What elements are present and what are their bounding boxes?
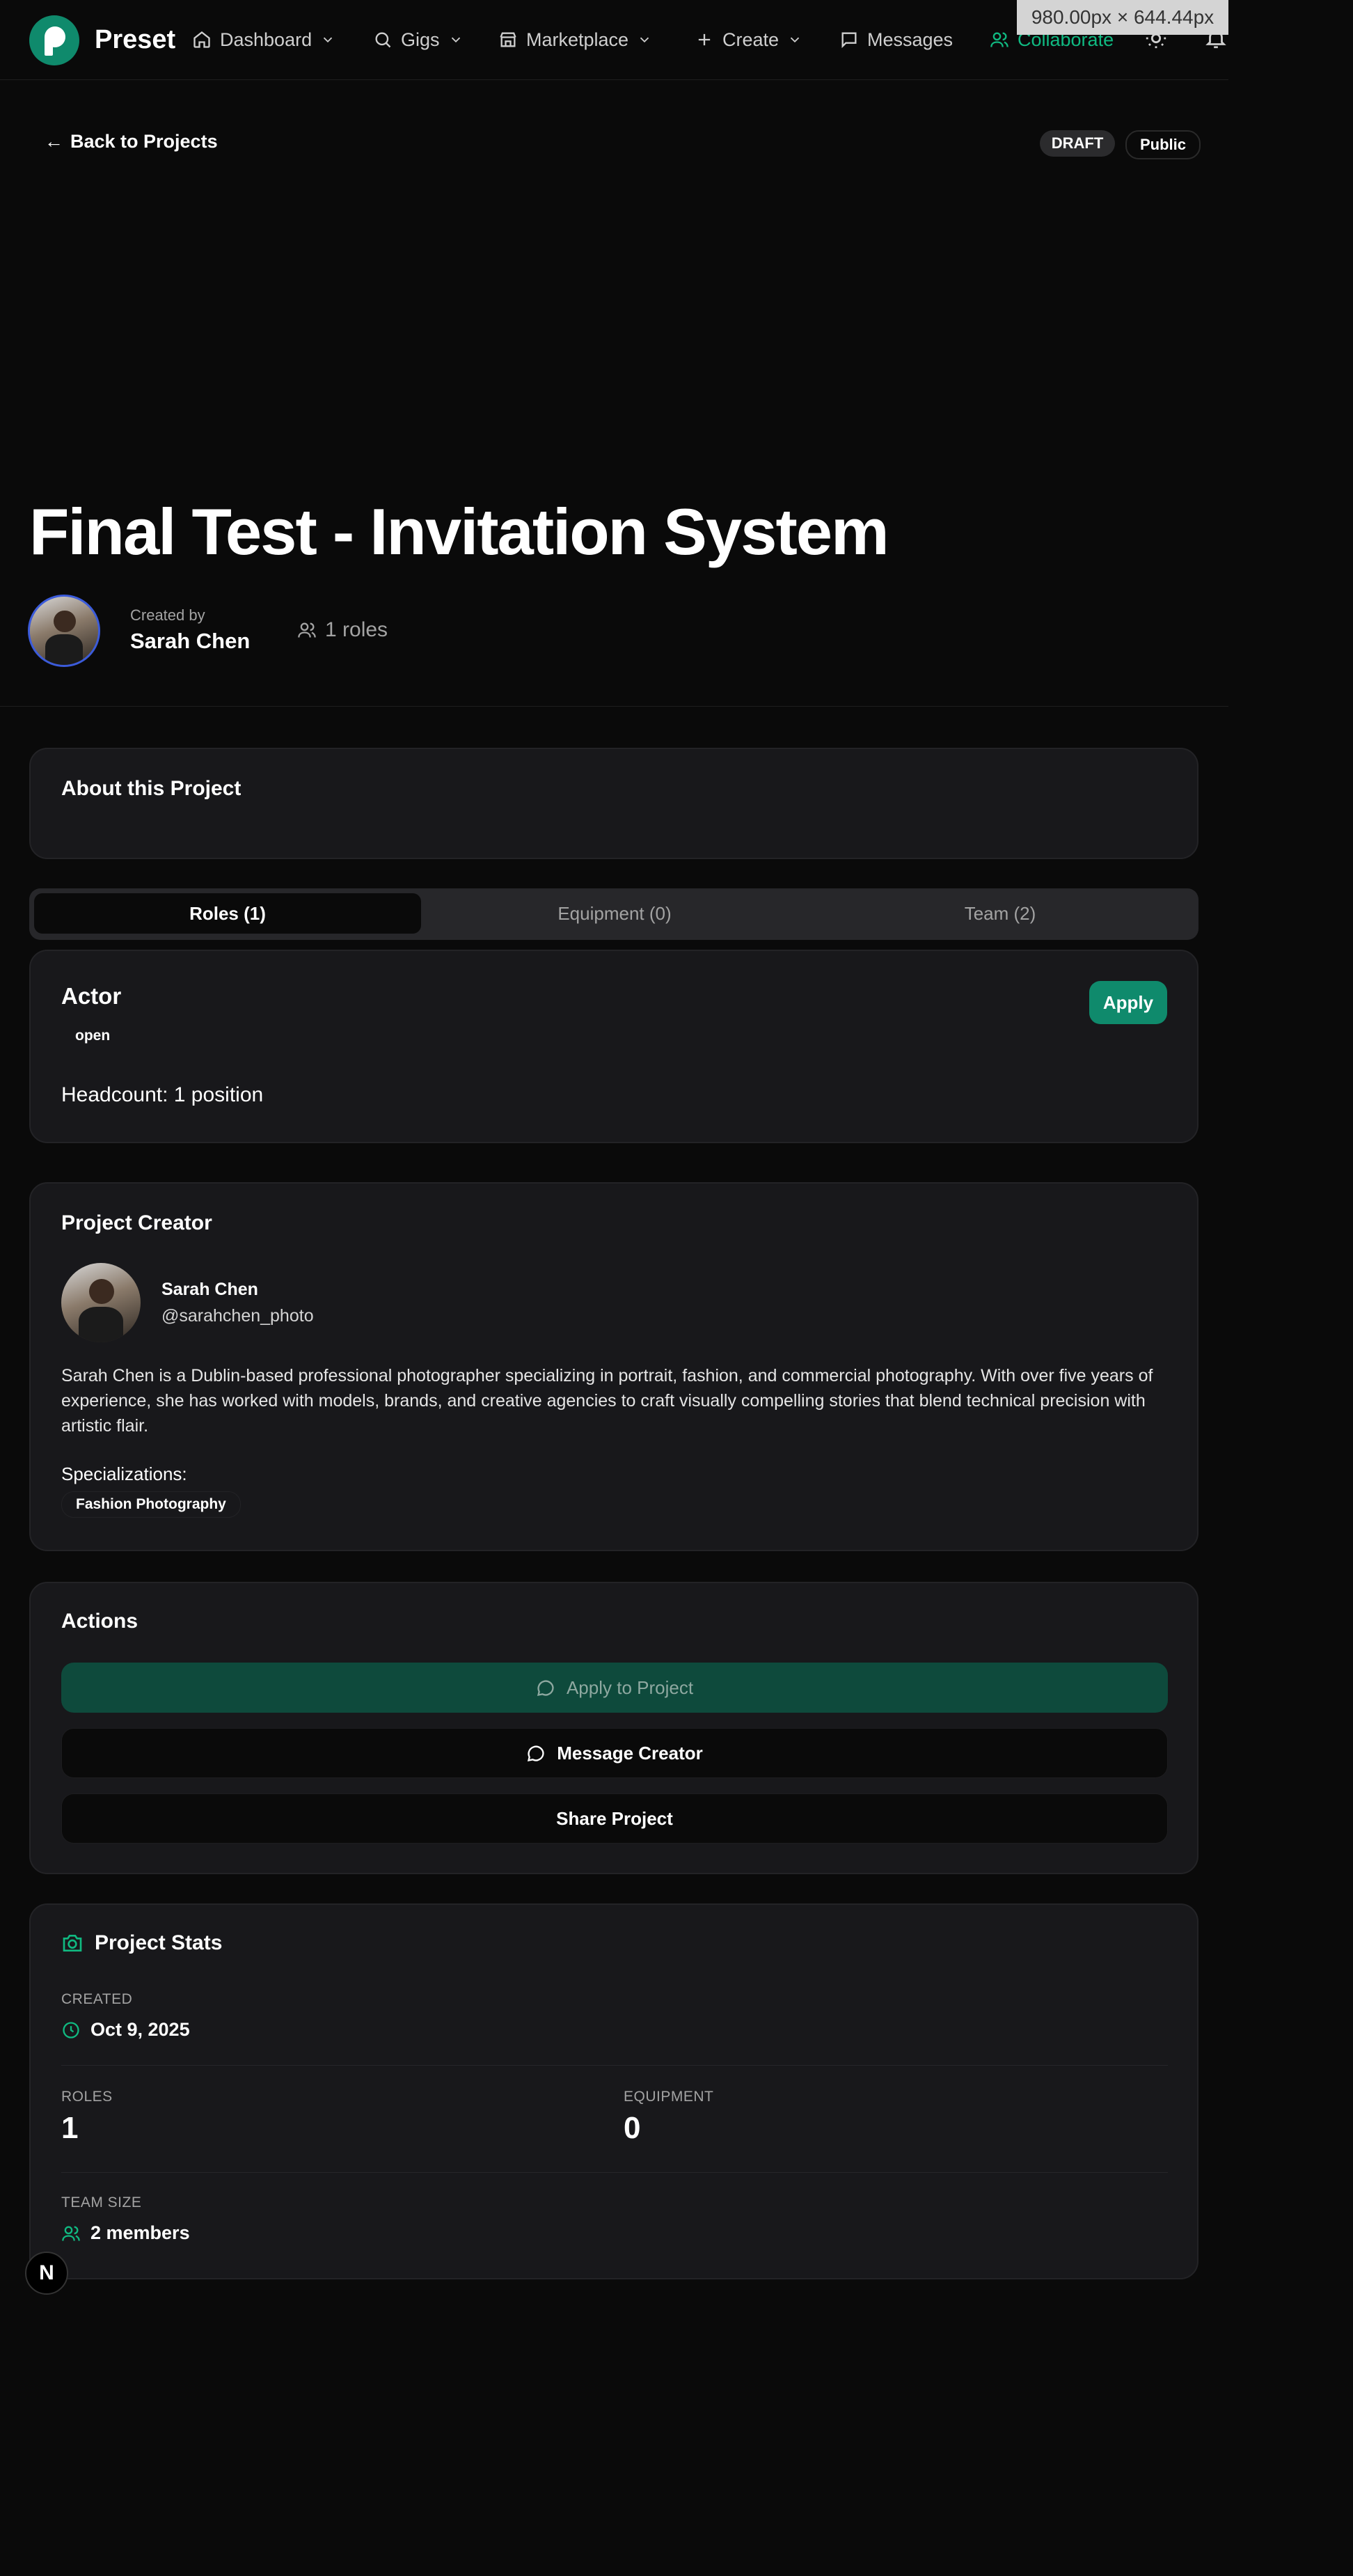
users-icon — [62, 2226, 80, 2241]
store-icon — [500, 32, 516, 47]
actions-title: Actions — [61, 1610, 139, 1633]
brand-name[interactable]: Preset — [95, 25, 175, 55]
specializations-label: Specializations: — [61, 1463, 187, 1484]
message-creator-button[interactable]: Message Creator — [61, 1728, 1168, 1778]
creator-bio: Sarah Chen is a Dublin-based professiona… — [61, 1366, 1153, 1436]
nav-dashboard-label: Dashboard — [220, 29, 312, 50]
roles-value: 1 — [61, 2111, 79, 2145]
users-icon — [990, 32, 1008, 47]
project-creator-title: Project Creator — [61, 1211, 212, 1234]
logo-icon[interactable] — [29, 15, 79, 65]
apply-button[interactable]: Apply — [1089, 981, 1167, 1024]
chevron-down-icon — [640, 37, 649, 43]
nav-create-label: Create — [722, 29, 780, 50]
search-icon — [375, 32, 391, 48]
visibility-badge: Public — [1125, 130, 1201, 159]
creator-name[interactable]: Sarah Chen — [130, 629, 250, 654]
share-project-button[interactable]: Share Project — [61, 1793, 1168, 1844]
specialization-tag: Fashion Photography — [61, 1491, 241, 1518]
dev-tools-button[interactable]: N — [25, 2252, 68, 2295]
top-nav: Preset Dashboard Gigs Marketplace Create… — [0, 0, 1228, 80]
back-to-projects-link[interactable]: ← Back to Projects — [45, 131, 218, 152]
project-title: Final Test - Invitation System — [29, 495, 889, 568]
back-label: Back to Projects — [70, 131, 218, 152]
created-by-label: Created by — [130, 606, 205, 624]
tab-team[interactable]: Team (2) — [807, 893, 1194, 934]
team-size-value: 2 members — [61, 2222, 190, 2244]
chevron-down-icon — [323, 37, 333, 43]
status-badge: DRAFT — [1040, 130, 1115, 157]
project-stats-header: Project Stats — [61, 1931, 222, 1955]
apply-to-project-button[interactable]: Apply to Project — [61, 1663, 1168, 1713]
apply-to-project-label: Apply to Project — [566, 1676, 694, 1698]
plus-icon — [698, 33, 711, 46]
home-icon — [193, 31, 210, 48]
avatar-image — [30, 597, 98, 665]
nav-create[interactable]: Create — [695, 28, 802, 52]
equipment-value: 0 — [624, 2111, 641, 2145]
team-size-label: TEAM SIZE — [61, 2194, 142, 2210]
project-stats-title: Project Stats — [95, 1931, 223, 1954]
nav-marketplace-label: Marketplace — [526, 29, 629, 50]
created-date: Oct 9, 2025 — [90, 2019, 190, 2040]
message-icon — [841, 32, 857, 49]
message-creator-label: Message Creator — [557, 1742, 703, 1764]
team-size-text: 2 members — [90, 2222, 190, 2243]
chevron-down-icon — [790, 37, 800, 43]
message-circle-icon — [537, 1680, 554, 1697]
nav-dashboard[interactable]: Dashboard — [192, 28, 335, 52]
headcount: Headcount: 1 position — [61, 1083, 264, 1106]
camera-icon — [63, 1935, 82, 1951]
role-card: Actor open Apply Headcount: 1 position — [29, 950, 1198, 1143]
divider — [0, 706, 1228, 707]
avatar[interactable] — [28, 595, 100, 667]
divider — [61, 2065, 1168, 2066]
avatar-image — [61, 1263, 141, 1342]
tabs: Roles (1) Equipment (0) Team (2) — [29, 888, 1198, 940]
creator-handle: @sarahchen_photo — [161, 1306, 314, 1326]
nav-messages-label: Messages — [867, 29, 954, 50]
avatar[interactable] — [61, 1263, 141, 1342]
roles-count: 1 roles — [297, 618, 388, 642]
tab-roles[interactable]: Roles (1) — [34, 893, 421, 934]
nav-gigs[interactable]: Gigs — [373, 28, 464, 52]
arrow-left-icon: ← — [45, 131, 63, 152]
actions-card: Actions Apply to Project Message Creator… — [29, 1582, 1198, 1874]
created-value: Oct 9, 2025 — [61, 2019, 190, 2041]
clock-icon — [63, 2021, 79, 2039]
about-title: About this Project — [61, 777, 242, 800]
nav-marketplace[interactable]: Marketplace — [498, 28, 652, 52]
chevron-down-icon — [451, 37, 460, 43]
created-label: CREATED — [61, 1991, 133, 2007]
nav-messages[interactable]: Messages — [839, 28, 953, 52]
role-status-badge: open — [75, 1028, 111, 1044]
tab-equipment[interactable]: Equipment (0) — [421, 893, 808, 934]
users-icon — [298, 622, 316, 638]
role-title: Actor — [61, 983, 122, 1009]
about-card: About this Project — [29, 748, 1198, 859]
dimension-badge: 980.00px × 644.44px — [1017, 0, 1228, 35]
creator-card-name[interactable]: Sarah Chen — [161, 1280, 258, 1300]
message-circle-icon — [528, 1745, 544, 1762]
equipment-label: EQUIPMENT — [624, 2089, 714, 2105]
roles-label: ROLES — [61, 2089, 113, 2105]
nav-gigs-label: Gigs — [401, 29, 440, 50]
project-stats-card: Project Stats CREATED Oct 9, 2025 ROLES … — [29, 1903, 1198, 2279]
divider — [61, 2172, 1168, 2173]
roles-count-label: 1 roles — [325, 618, 388, 641]
project-creator-card: Project Creator Sarah Chen @sarahchen_ph… — [29, 1182, 1198, 1551]
